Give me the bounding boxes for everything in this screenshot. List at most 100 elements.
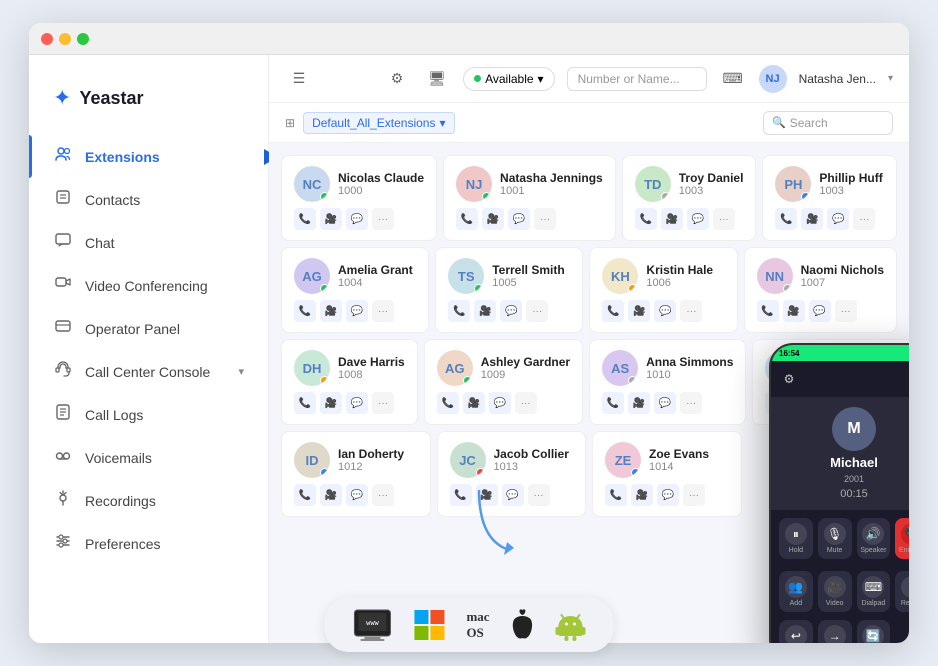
more-btn-nicolas-claude[interactable]: ··· — [372, 208, 394, 230]
call-btn-anna-simmons[interactable]: 📞 — [602, 392, 624, 414]
more-btn-zoe-evans[interactable]: ··· — [683, 484, 705, 506]
more-btn-ashley-gardner[interactable]: ··· — [515, 392, 537, 414]
extension-card-terrell-smith[interactable]: TS Terrell Smith 1005 📞 🎥 💬 — [435, 247, 583, 333]
chat-btn-natasha-jennings[interactable]: 💬 — [508, 208, 530, 230]
more-btn-kristin-hale[interactable]: ··· — [680, 300, 702, 322]
extension-card-zoe-evans[interactable]: ZE Zoe Evans 1014 📞 🎥 💬 — [592, 431, 742, 517]
sidebar-item-preferences[interactable]: Preferences — [29, 522, 268, 565]
extension-card-anna-simmons[interactable]: AS Anna Simmons 1010 📞 🎥 💬 — [589, 339, 746, 425]
call-btn-ashley-gardner[interactable]: 📞 — [437, 392, 459, 414]
video-btn-phillip-huff[interactable]: 🎥 — [801, 208, 823, 230]
more-btn-natasha-jennings[interactable]: ··· — [534, 208, 556, 230]
more-btn-ian-doherty[interactable]: ··· — [372, 484, 394, 506]
sidebar-item-call-logs[interactable]: Call Logs — [29, 393, 268, 436]
video-btn-natasha-jennings[interactable]: 🎥 — [482, 208, 504, 230]
sidebar-item-chat[interactable]: Chat — [29, 221, 268, 264]
extension-card-dave-harris[interactable]: DH Dave Harris 1008 📞 🎥 💬 — [281, 339, 418, 425]
video-btn-anna-simmons[interactable]: 🎥 — [628, 392, 650, 414]
call-btn-troy-daniel[interactable]: 📞 — [635, 208, 657, 230]
platform-apple-icon[interactable] — [510, 609, 536, 641]
video-btn-naomi-nichols[interactable]: 🎥 — [783, 300, 805, 322]
settings-icon[interactable]: ⚙ — [383, 65, 411, 93]
video-btn-terrell-smith[interactable]: 🎥 — [474, 300, 496, 322]
chat-btn-kristin-hale[interactable]: 💬 — [654, 300, 676, 322]
extension-search-input[interactable]: 🔍 Search — [763, 111, 893, 135]
chat-btn-nicolas-claude[interactable]: 💬 — [346, 208, 368, 230]
chat-btn-zoe-evans[interactable]: 💬 — [657, 484, 679, 506]
more-btn-troy-daniel[interactable]: ··· — [713, 208, 735, 230]
call-btn-terrell-smith[interactable]: 📞 — [448, 300, 470, 322]
phone-end-call-button[interactable]: 📞 End Call — [895, 518, 909, 559]
more-btn-phillip-huff[interactable]: ··· — [853, 208, 875, 230]
call-btn-dave-harris[interactable]: 📞 — [294, 392, 316, 414]
call-btn-natasha-jennings[interactable]: 📞 — [456, 208, 478, 230]
phone-settings-icon[interactable]: ⚙ — [779, 369, 799, 389]
extension-card-natasha-jennings[interactable]: NJ Natasha Jennings 1001 📞 🎥 💬 — [443, 155, 616, 241]
more-btn-dave-harris[interactable]: ··· — [372, 392, 394, 414]
platform-macos-icon[interactable]: macOS — [466, 609, 489, 641]
chat-btn-ian-doherty[interactable]: 💬 — [346, 484, 368, 506]
close-btn[interactable] — [41, 33, 53, 45]
sidebar-item-recordings[interactable]: Recordings — [29, 479, 268, 522]
user-menu-chevron[interactable]: ▾ — [888, 73, 893, 84]
sidebar-item-call-center[interactable]: Call Center Console ▾ — [29, 350, 268, 393]
sidebar-item-extensions[interactable]: Extensions — [29, 135, 268, 178]
extension-card-naomi-nichols[interactable]: NN Naomi Nichols 1007 📞 🎥 💬 — [744, 247, 897, 333]
video-btn-ian-doherty[interactable]: 🎥 — [320, 484, 342, 506]
video-btn-nicolas-claude[interactable]: 🎥 — [320, 208, 342, 230]
call-btn-naomi-nichols[interactable]: 📞 — [757, 300, 779, 322]
phone-add-participant-button[interactable]: 👥 Add — [779, 571, 813, 612]
phone-record-button[interactable]: ⏺ Record — [895, 571, 909, 612]
phone-attended-transfer-button[interactable]: ↩ Attended — [779, 620, 813, 643]
platform-web-icon[interactable]: www — [352, 608, 392, 642]
sidebar-item-operator-panel[interactable]: Operator Panel — [29, 307, 268, 350]
chat-btn-phillip-huff[interactable]: 💬 — [827, 208, 849, 230]
video-btn-ashley-gardner[interactable]: 🎥 — [463, 392, 485, 414]
monitor-icon[interactable]: 🖥 — [423, 65, 451, 93]
availability-status[interactable]: Available ▾ — [463, 67, 555, 91]
phone-video-button[interactable]: 🎥 Video — [818, 571, 852, 612]
extension-filter-tag[interactable]: Default_All_Extensions ▾ — [303, 112, 454, 134]
more-btn-amelia-grant[interactable]: ··· — [372, 300, 394, 322]
more-btn-naomi-nichols[interactable]: ··· — [835, 300, 857, 322]
chat-btn-anna-simmons[interactable]: 💬 — [654, 392, 676, 414]
video-btn-zoe-evans[interactable]: 🎥 — [631, 484, 653, 506]
call-btn-ian-doherty[interactable]: 📞 — [294, 484, 316, 506]
video-btn-kristin-hale[interactable]: 🎥 — [628, 300, 650, 322]
platform-windows-icon[interactable] — [412, 608, 446, 642]
call-btn-amelia-grant[interactable]: 📞 — [294, 300, 316, 322]
phone-dialpad-button[interactable]: ⌨ Dialpad — [857, 571, 891, 612]
platform-android-icon[interactable] — [556, 608, 586, 642]
phone-mute-button[interactable]: 🎙 Mute — [818, 518, 852, 559]
extension-card-troy-daniel[interactable]: TD Troy Daniel 1003 📞 🎥 💬 — [622, 155, 757, 241]
chat-btn-dave-harris[interactable]: 💬 — [346, 392, 368, 414]
extension-card-ian-doherty[interactable]: ID Ian Doherty 1012 📞 🎥 💬 — [281, 431, 431, 517]
video-btn-troy-daniel[interactable]: 🎥 — [661, 208, 683, 230]
phone-hold-button[interactable]: ⏸ Hold — [779, 518, 813, 559]
call-btn-nicolas-claude[interactable]: 📞 — [294, 208, 316, 230]
phone-blind-transfer-button[interactable]: → Blind — [818, 620, 852, 643]
phone-speaker-button[interactable]: 🔊 Speaker — [857, 518, 891, 559]
user-avatar[interactable]: NJ — [759, 65, 787, 93]
extension-card-kristin-hale[interactable]: KH Kristin Hale 1006 📞 🎥 💬 — [589, 247, 737, 333]
chat-btn-naomi-nichols[interactable]: 💬 — [809, 300, 831, 322]
call-btn-kristin-hale[interactable]: 📞 — [602, 300, 624, 322]
phone-call-flip-button[interactable]: 🔄 Call Flip — [857, 620, 891, 643]
more-btn-jacob-collier[interactable]: ··· — [528, 484, 550, 506]
menu-toggle-button[interactable]: ☰ — [285, 65, 313, 93]
minimize-btn[interactable] — [59, 33, 71, 45]
extension-card-phillip-huff[interactable]: PH Phillip Huff 1003 📞 🎥 💬 — [762, 155, 897, 241]
sidebar-item-voicemails[interactable]: Voicemails — [29, 436, 268, 479]
chat-btn-ashley-gardner[interactable]: 💬 — [489, 392, 511, 414]
chat-btn-terrell-smith[interactable]: 💬 — [500, 300, 522, 322]
extension-card-nicolas-claude[interactable]: NC Nicolas Claude 1000 📞 🎥 💬 — [281, 155, 437, 241]
sidebar-item-contacts[interactable]: Contacts — [29, 178, 268, 221]
extension-search-bar[interactable]: Number or Name... — [567, 67, 707, 91]
more-btn-terrell-smith[interactable]: ··· — [526, 300, 548, 322]
video-btn-dave-harris[interactable]: 🎥 — [320, 392, 342, 414]
extension-card-ashley-gardner[interactable]: AG Ashley Gardner 1009 📞 🎥 💬 — [424, 339, 583, 425]
chat-btn-amelia-grant[interactable]: 💬 — [346, 300, 368, 322]
dialpad-icon[interactable]: ⌨ — [719, 65, 747, 93]
extension-card-amelia-grant[interactable]: AG Amelia Grant 1004 📞 🎥 💬 — [281, 247, 429, 333]
sidebar-item-video-conferencing[interactable]: Video Conferencing — [29, 264, 268, 307]
